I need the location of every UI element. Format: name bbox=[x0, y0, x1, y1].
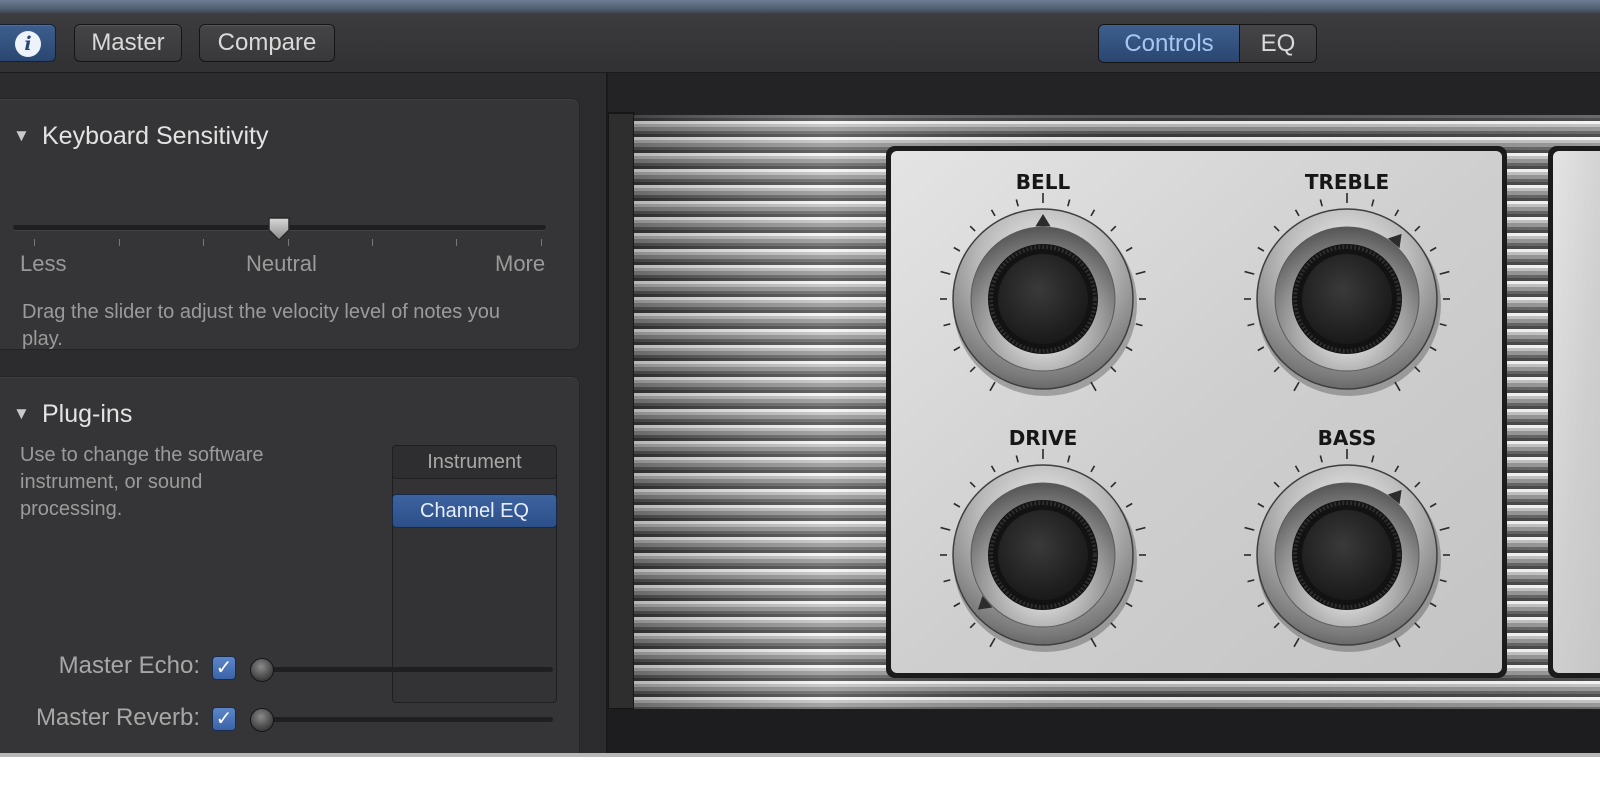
slider-tick bbox=[541, 239, 542, 246]
slider-tick bbox=[203, 239, 204, 246]
neutral-label: Neutral bbox=[246, 251, 317, 276]
info-button[interactable]: i bbox=[0, 24, 56, 62]
plugin-slot-channel-eq[interactable]: Channel EQ bbox=[392, 494, 557, 528]
master-echo-checkbox[interactable]: ✓ bbox=[212, 656, 236, 680]
slider-tick bbox=[456, 239, 457, 246]
disclosure-triangle-icon[interactable]: ▼ bbox=[13, 126, 30, 146]
keyboard-sensitivity-help: Drag the slider to adjust the velocity l… bbox=[22, 301, 501, 350]
amp-controls-area: BELL TREBLE DRIVE BASS bbox=[608, 73, 1600, 753]
tab-controls[interactable]: Controls bbox=[1099, 25, 1240, 62]
toolbar: i Master Compare Controls EQ bbox=[0, 14, 1600, 73]
slider-thumb[interactable] bbox=[267, 216, 291, 242]
bell-knob-label: BELL bbox=[1016, 170, 1071, 194]
bass-knob-label: BASS bbox=[1318, 426, 1377, 450]
master-reverb-label: Master Reverb: bbox=[35, 704, 200, 731]
master-echo-label: Master Echo: bbox=[58, 652, 200, 679]
window-title-strip bbox=[0, 0, 1600, 14]
plugins-help: Use to change the software instrument, o… bbox=[20, 444, 264, 520]
disclosure-triangle-icon[interactable]: ▼ bbox=[13, 404, 30, 424]
master-echo-slider-thumb[interactable] bbox=[250, 658, 274, 682]
master-echo-slider[interactable] bbox=[262, 667, 553, 672]
drive-knob-label: DRIVE bbox=[1009, 426, 1078, 450]
plugin-slot-instrument[interactable]: Instrument bbox=[392, 445, 557, 479]
slider-tick bbox=[34, 239, 35, 246]
keyboard-sensitivity-section: ▼ Keyboard Sensitivity Less Neutral More… bbox=[0, 98, 580, 350]
master-reverb-slider-thumb[interactable] bbox=[250, 708, 274, 732]
bottom-edge-line bbox=[0, 753, 1600, 757]
more-label: More bbox=[495, 251, 546, 276]
compare-button[interactable]: Compare bbox=[199, 24, 335, 62]
plugin-slot-list bbox=[392, 445, 557, 703]
master-reverb-slider[interactable] bbox=[262, 717, 553, 722]
treble-knob-label: TREBLE bbox=[1305, 170, 1389, 194]
master-button[interactable]: Master bbox=[74, 24, 182, 62]
tab-eq[interactable]: EQ bbox=[1240, 25, 1316, 62]
app-window: i Master Compare Controls EQ ▼ Keyboard … bbox=[0, 0, 1600, 800]
master-reverb-checkbox[interactable]: ✓ bbox=[212, 707, 236, 731]
less-label: Less bbox=[20, 251, 67, 276]
plugins-title: Plug-ins bbox=[42, 400, 133, 428]
amp-faceplate: BELL TREBLE DRIVE BASS bbox=[608, 73, 1600, 753]
slider-tick bbox=[119, 239, 120, 246]
window-bottom-edge bbox=[0, 753, 1600, 800]
view-segmented-control: Controls EQ bbox=[1098, 24, 1317, 63]
inspector-panel: ▼ Keyboard Sensitivity Less Neutral More… bbox=[0, 73, 606, 766]
keyboard-sensitivity-title: Keyboard Sensitivity bbox=[42, 122, 269, 150]
slider-tick bbox=[372, 239, 373, 246]
info-icon: i bbox=[15, 31, 41, 57]
